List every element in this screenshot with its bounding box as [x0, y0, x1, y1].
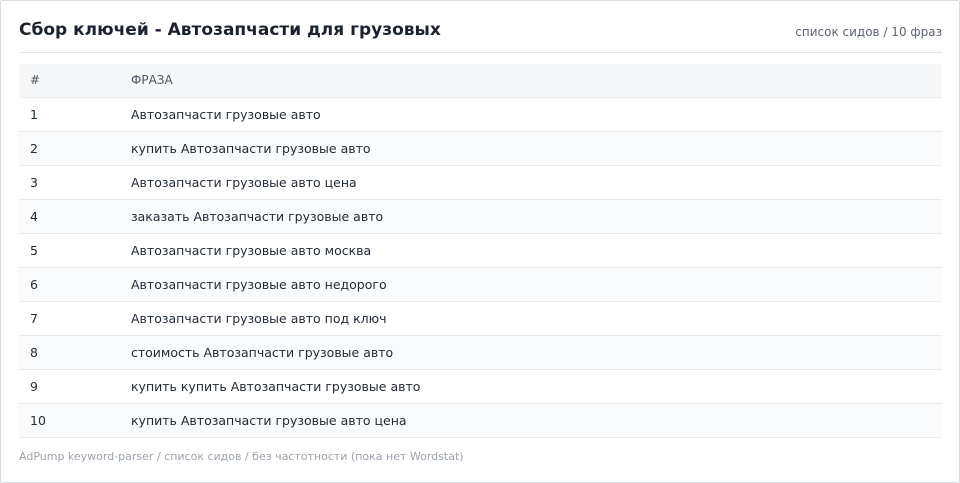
row-phrase: купить Автозапчасти грузовые авто — [131, 141, 371, 156]
table-row[interactable]: 2 купить Автозапчасти грузовые авто — [19, 132, 942, 166]
page-header: Сбор ключей - Автозапчасти для грузовых … — [19, 1, 942, 53]
table-header-row: # ФРАЗА — [19, 64, 942, 98]
row-number: 2 — [30, 141, 38, 156]
table-row[interactable]: 3 Автозапчасти грузовые авто цена — [19, 166, 942, 200]
row-phrase: купить купить Автозапчасти грузовые авто — [131, 379, 421, 394]
row-number: 1 — [30, 107, 38, 122]
row-phrase: стоимость Автозапчасти грузовые авто — [131, 345, 394, 360]
row-number: 3 — [30, 175, 38, 190]
table-row[interactable]: 8 стоимость Автозапчасти грузовые авто — [19, 336, 942, 370]
column-header-number[interactable]: # — [30, 64, 40, 97]
table-row[interactable]: 4 заказать Автозапчасти грузовые авто — [19, 200, 942, 234]
row-phrase: Автозапчасти грузовые авто цена — [131, 175, 357, 190]
table-row[interactable]: 9 купить купить Автозапчасти грузовые ав… — [19, 370, 942, 404]
row-number: 10 — [30, 413, 46, 428]
table-row[interactable]: 1 Автозапчасти грузовые авто — [19, 98, 942, 132]
row-number: 9 — [30, 379, 38, 394]
page-footer: AdPump keyword-parser / список сидов / б… — [19, 450, 464, 463]
table-row[interactable]: 7 Автозапчасти грузовые авто под ключ — [19, 302, 942, 336]
table-row[interactable]: 6 Автозапчасти грузовые авто недорого — [19, 268, 942, 302]
row-number: 4 — [30, 209, 38, 224]
row-number: 6 — [30, 277, 38, 292]
page-meta: список сидов / 10 фраз — [795, 25, 942, 39]
row-phrase: купить Автозапчасти грузовые авто цена — [131, 413, 407, 428]
row-number: 5 — [30, 243, 38, 258]
column-header-phrase[interactable]: ФРАЗА — [131, 64, 173, 97]
row-phrase: заказать Автозапчасти грузовые авто — [131, 209, 384, 224]
row-phrase: Автозапчасти грузовые авто недорого — [131, 277, 387, 292]
row-number: 7 — [30, 311, 38, 326]
row-number: 8 — [30, 345, 38, 360]
table-row[interactable]: 10 купить Автозапчасти грузовые авто цен… — [19, 404, 942, 438]
table-row[interactable]: 5 Автозапчасти грузовые авто москва — [19, 234, 942, 268]
row-phrase: Автозапчасти грузовые авто — [131, 107, 321, 122]
page-title: Сбор ключей - Автозапчасти для грузовых — [19, 20, 441, 40]
row-phrase: Автозапчасти грузовые авто москва — [131, 243, 372, 258]
row-phrase: Автозапчасти грузовые авто под ключ — [131, 311, 387, 326]
phrase-table: # ФРАЗА 1 Автозапчасти грузовые авто 2 к… — [19, 64, 942, 438]
app-frame: Сбор ключей - Автозапчасти для грузовых … — [0, 0, 960, 483]
